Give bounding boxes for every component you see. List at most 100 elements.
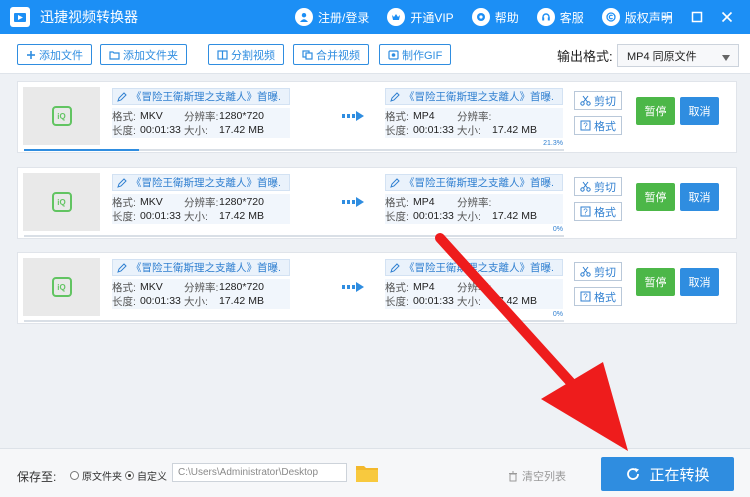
target-duration-value: 00:01:33 — [413, 295, 454, 307]
format-button[interactable]: ? 格式 — [574, 287, 622, 306]
target-name-box[interactable]: 《冒险王衛斯理之支離人》首曝. — [385, 259, 563, 276]
duration-key: 长度: — [385, 124, 409, 137]
radio-custom-folder[interactable]: 自定义 — [125, 468, 167, 483]
source-size-value: 17.42 MB — [219, 124, 264, 136]
add-file-button[interactable]: 添加文件 — [17, 44, 92, 65]
format-key: 格式: — [385, 196, 409, 209]
target-duration-value: 00:01:33 — [413, 124, 454, 136]
source-name-box[interactable]: 《冒险王衛斯理之支離人》首曝. — [112, 259, 290, 276]
conversion-row: iQ 《冒险王衛斯理之支離人》首曝. 格式: MKV 分辨率: 1280*720… — [17, 81, 737, 153]
source-name-box[interactable]: 《冒险王衛斯理之支離人》首曝. — [112, 174, 290, 191]
support-label: 客服 — [559, 10, 584, 25]
cut-button[interactable]: 剪切 — [574, 91, 622, 110]
target-file-name: 《冒险王衛斯理之支離人》首曝. — [404, 91, 554, 103]
cancel-button[interactable]: 取消 — [680, 183, 719, 211]
target-size-value: 17.42 MB — [492, 124, 537, 136]
split-icon — [217, 49, 228, 60]
copyright-icon — [601, 8, 620, 26]
maximize-button[interactable] — [682, 0, 712, 34]
merge-video-label: 合并视频 — [316, 49, 360, 62]
cut-button[interactable]: 剪切 — [574, 177, 622, 196]
help-link[interactable]: 帮助 — [471, 8, 519, 26]
duration-key: 长度: — [385, 210, 409, 223]
close-icon — [721, 11, 733, 23]
convert-label: 正在转换 — [649, 466, 710, 484]
iqiyi-logo-icon: iQ — [51, 192, 72, 212]
target-info: 《冒险王衛斯理之支離人》首曝. 格式: MP4 分辨率: 长度: 00:01:3… — [385, 88, 563, 138]
target-name-box[interactable]: 《冒险王衛斯理之支離人》首曝. — [385, 88, 563, 105]
source-info: 《冒险王衛斯理之支離人》首曝. 格式: MKV 分辨率: 1280*720 长度… — [112, 174, 290, 224]
resolution-key: 分辨率: — [184, 196, 219, 209]
source-duration-value: 00:01:33 — [140, 124, 181, 136]
radio-circle-selected — [125, 471, 134, 480]
output-format-select[interactable]: MP4 同原文件 — [617, 44, 739, 67]
format-label: 格式 — [594, 291, 616, 304]
format-button[interactable]: ? 格式 — [574, 116, 622, 135]
folder-icon[interactable] — [355, 463, 379, 486]
duration-key: 长度: — [112, 124, 136, 137]
radio-original-folder[interactable]: 原文件夹 — [70, 468, 122, 483]
minimize-button[interactable] — [652, 0, 682, 34]
source-size-value: 17.42 MB — [219, 210, 264, 222]
vip-icon — [387, 8, 406, 26]
video-thumbnail: iQ — [23, 87, 100, 145]
scissors-icon — [580, 95, 591, 106]
merge-video-button[interactable]: 合并视频 — [293, 44, 369, 65]
video-thumbnail: iQ — [23, 173, 100, 231]
size-key: 大小: — [457, 124, 481, 137]
format-label: 格式 — [594, 120, 616, 133]
target-meta: 格式: MP4 分辨率: 长度: 00:01:33 大小: 17.42 MB — [385, 194, 563, 224]
cancel-button[interactable]: 取消 — [680, 97, 719, 125]
source-info: 《冒险王衛斯理之支離人》首曝. 格式: MKV 分辨率: 1280*720 长度… — [112, 88, 290, 138]
clear-list-button[interactable]: 清空列表 — [508, 468, 566, 484]
source-resolution-value: 1280*720 — [219, 110, 264, 122]
merge-icon — [302, 49, 313, 60]
source-meta: 格式: MKV 分辨率: 1280*720 长度: 00:01:33 大小: 1… — [112, 108, 290, 138]
source-format-value: MKV — [140, 281, 163, 293]
svg-text:?: ? — [583, 122, 588, 131]
plus-icon — [26, 50, 36, 60]
split-video-button[interactable]: 分割视频 — [208, 44, 284, 65]
file-list: iQ 《冒险王衛斯理之支離人》首曝. 格式: MKV 分辨率: 1280*720… — [0, 75, 750, 448]
app-title: 迅捷视频转换器 — [40, 9, 138, 25]
add-folder-button[interactable]: 添加文件夹 — [100, 44, 187, 65]
help-icon — [471, 8, 490, 26]
login-link[interactable]: 注册/登录 — [295, 8, 369, 26]
progress-bar — [24, 235, 564, 237]
output-path-input[interactable]: C:\Users\Administrator\Desktop — [172, 463, 347, 482]
edit-pencil-icon — [390, 177, 400, 188]
edit-pencil-icon — [390, 262, 400, 273]
format-help-icon: ? — [580, 120, 591, 131]
target-name-box[interactable]: 《冒险王衛斯理之支離人》首曝. — [385, 174, 563, 191]
help-label: 帮助 — [494, 10, 519, 25]
make-gif-button[interactable]: 制作GIF — [379, 44, 452, 65]
format-key: 格式: — [112, 281, 136, 294]
user-icon — [295, 8, 313, 26]
source-size-value: 17.42 MB — [219, 295, 264, 307]
target-format-value: MP4 — [413, 281, 435, 293]
convert-button[interactable]: 正在转换 — [601, 457, 734, 491]
target-info: 《冒险王衛斯理之支離人》首曝. 格式: MP4 分辨率: 长度: 00:01:3… — [385, 259, 563, 309]
edit-pencil-icon — [117, 262, 127, 273]
cut-button[interactable]: 剪切 — [574, 262, 622, 281]
radio-circle — [70, 471, 79, 480]
source-name-box[interactable]: 《冒险王衛斯理之支離人》首曝. — [112, 88, 290, 105]
format-button[interactable]: ? 格式 — [574, 202, 622, 221]
source-format-value: MKV — [140, 110, 163, 122]
support-link[interactable]: 客服 — [536, 8, 584, 26]
pause-button[interactable]: 暂停 — [636, 97, 675, 125]
target-file-name: 《冒险王衛斯理之支離人》首曝. — [404, 262, 554, 274]
vip-link[interactable]: 开通VIP — [387, 8, 454, 26]
resolution-key: 分辨率: — [457, 281, 492, 294]
pause-button[interactable]: 暂停 — [636, 183, 675, 211]
source-file-name: 《冒险王衛斯理之支離人》首曝. — [131, 177, 281, 189]
format-help-icon: ? — [580, 291, 591, 302]
app-logo-icon — [10, 7, 30, 27]
cancel-button[interactable]: 取消 — [680, 268, 719, 296]
refresh-icon — [625, 466, 641, 482]
trash-icon — [508, 471, 518, 482]
source-file-name: 《冒险王衛斯理之支離人》首曝. — [131, 91, 281, 103]
close-button[interactable] — [712, 0, 742, 34]
pause-button[interactable]: 暂停 — [636, 268, 675, 296]
target-info: 《冒险王衛斯理之支離人》首曝. 格式: MP4 分辨率: 长度: 00:01:3… — [385, 174, 563, 224]
